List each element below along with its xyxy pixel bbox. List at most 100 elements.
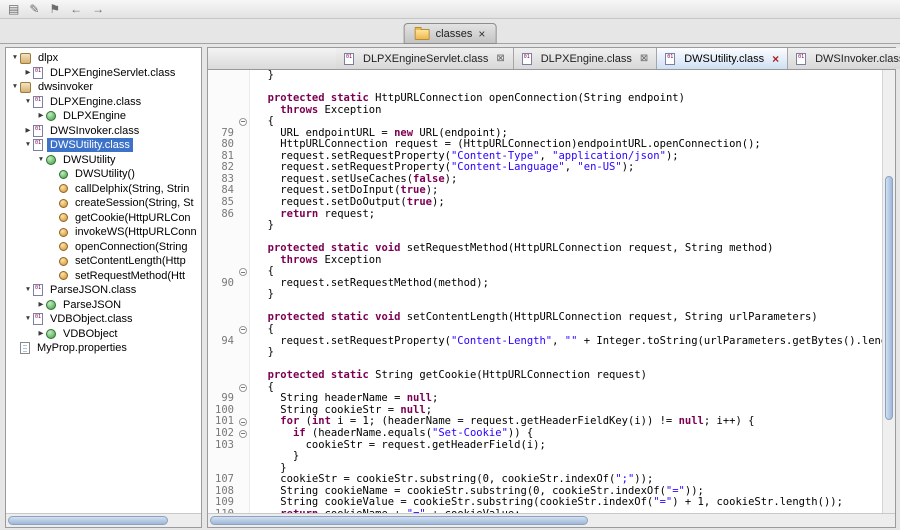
collapse-arrow-icon[interactable]: ▼ (23, 287, 33, 294)
file-icon (20, 342, 30, 354)
fold-gutter[interactable] (236, 428, 250, 440)
tab-close-icon[interactable]: × (772, 52, 779, 66)
open-file-icon[interactable]: ▤ (8, 3, 19, 15)
jd-gui-window: { "colors": { "keyword": "#7b0052", "str… (0, 0, 900, 530)
collapse-arrow-icon[interactable]: ▼ (23, 99, 33, 106)
code-text: request.setRequestProperty("Content-Leng… (255, 336, 883, 348)
tree-item[interactable]: MyProp.properties (6, 341, 201, 356)
code-line[interactable]: } (208, 70, 883, 82)
tree-item[interactable]: ▶01DWSInvoker.class (6, 124, 201, 139)
tree-item[interactable]: invokeWS(HttpURLConn (6, 225, 201, 240)
code-area[interactable]: } protected static HttpURLConnection ope… (208, 70, 883, 513)
fold-gutter[interactable] (236, 324, 250, 336)
line-number (208, 243, 236, 255)
method-icon (59, 199, 68, 208)
code-line[interactable]: 90 request.setRequestMethod(method); (208, 278, 883, 290)
tree-horizontal-scrollbar[interactable] (6, 513, 201, 527)
line-number (208, 451, 236, 463)
expand-arrow-icon[interactable]: ▶ (23, 70, 33, 77)
classfile-icon: 01 (33, 139, 43, 151)
expand-arrow-icon[interactable]: ▶ (36, 113, 46, 120)
editor-tab[interactable]: 01DLPXEngine.class⊠ (514, 48, 658, 69)
tree-item[interactable]: ▼01DLPXEngine.class (6, 95, 201, 110)
tree-item[interactable]: setRequestMethod(Htt (6, 269, 201, 284)
tree-item[interactable]: createSession(String, St (6, 196, 201, 211)
collapse-arrow-icon[interactable]: ▼ (23, 316, 33, 323)
fold-collapse-icon[interactable] (239, 268, 247, 276)
code-line[interactable]: protected static String getCookie(HttpUR… (208, 370, 883, 382)
tab-close-icon[interactable]: ⊠ (640, 53, 648, 64)
tree-item[interactable]: callDelphix(String, Strin (6, 182, 201, 197)
collapse-arrow-icon[interactable]: ▼ (10, 55, 20, 62)
collapse-arrow-icon[interactable]: ▼ (10, 84, 20, 91)
fold-collapse-icon[interactable] (239, 384, 247, 392)
tree-item[interactable]: openConnection(String (6, 240, 201, 255)
editor-horizontal-scrollbar[interactable] (208, 513, 895, 527)
search-icon[interactable]: ⚑ (49, 3, 60, 15)
editor-vertical-scrollbar[interactable] (882, 70, 895, 513)
class-icon (46, 155, 56, 165)
code-line[interactable]: protected static void setContentLength(H… (208, 312, 883, 324)
window-tab-classes[interactable]: classes × (404, 23, 497, 44)
editor-tab[interactable]: 01DLPXEngineServlet.class⊠ (336, 48, 514, 69)
class-icon (46, 329, 56, 339)
back-icon[interactable]: ← (70, 3, 82, 15)
tree-item[interactable]: ▼01VDBObject.class (6, 312, 201, 327)
fold-collapse-icon[interactable] (239, 118, 247, 126)
tree-item[interactable]: ▼DWSUtility (6, 153, 201, 168)
toolbar: ▤ ✎ ⚑ ← → (0, 0, 900, 19)
expand-arrow-icon[interactable]: ▶ (36, 331, 46, 338)
scrollbar-thumb[interactable] (210, 516, 588, 525)
fold-gutter[interactable] (236, 116, 250, 128)
tree-item-label: VDBObject.class (47, 312, 136, 326)
tree-item[interactable]: ▶ParseJSON (6, 298, 201, 313)
forward-icon[interactable]: → (92, 3, 104, 15)
code-line[interactable]: } (208, 451, 883, 463)
tree-item[interactable]: getCookie(HttpURLCon (6, 211, 201, 226)
fold-spacer (236, 370, 250, 382)
fold-spacer (236, 359, 250, 371)
tree-item[interactable]: ▼dwsinvoker (6, 80, 201, 95)
tree-item[interactable]: setContentLength(Http (6, 254, 201, 269)
collapse-arrow-icon[interactable]: ▼ (23, 142, 33, 149)
code-line[interactable]: 86 return request; (208, 209, 883, 221)
fold-collapse-icon[interactable] (239, 418, 247, 426)
tree-item[interactable]: ▶01DLPXEngineServlet.class (6, 66, 201, 81)
fold-gutter[interactable] (236, 382, 250, 394)
code-line[interactable]: } (208, 220, 883, 232)
editor-tab[interactable]: 01DWSInvoker.class⊠ (788, 48, 900, 69)
code-line[interactable]: throws Exception (208, 255, 883, 267)
tree-item[interactable]: ▶VDBObject (6, 327, 201, 342)
tab-close-icon[interactable]: ⊠ (496, 53, 504, 64)
fold-collapse-icon[interactable] (239, 326, 247, 334)
fold-gutter[interactable] (236, 416, 250, 428)
expand-arrow-icon[interactable]: ▶ (23, 128, 33, 135)
code-line[interactable]: } (208, 289, 883, 301)
method-icon (59, 242, 68, 251)
fold-collapse-icon[interactable] (239, 430, 247, 438)
code-line[interactable]: 94 request.setRequestProperty("Content-L… (208, 336, 883, 348)
fold-gutter[interactable] (236, 266, 250, 278)
collapse-arrow-icon[interactable]: ▼ (36, 157, 46, 164)
code-line[interactable]: 103 cookieStr = request.getHeaderField(i… (208, 440, 883, 452)
expand-arrow-icon[interactable]: ▶ (36, 302, 46, 309)
tree-item[interactable]: ▼dlpx (6, 51, 201, 66)
class-icon (46, 111, 56, 121)
scrollbar-thumb[interactable] (8, 516, 168, 525)
line-number (208, 301, 236, 313)
code-text: protected static String getCookie(HttpUR… (255, 370, 647, 382)
editor-tab[interactable]: 01DWSUtility.class× (657, 48, 788, 69)
tree-item[interactable]: ▼01DWSUtility.class (6, 138, 201, 153)
method-icon (59, 184, 68, 193)
tree-item-label: ParseJSON.class (47, 283, 139, 297)
tree-item[interactable]: ▼01ParseJSON.class (6, 283, 201, 298)
tree-item[interactable]: ▶DLPXEngine (6, 109, 201, 124)
scrollbar-thumb[interactable] (885, 176, 893, 420)
paste-icon[interactable]: ✎ (29, 3, 39, 15)
tree-item[interactable]: DWSUtility() (6, 167, 201, 182)
code-line[interactable]: throws Exception (208, 105, 883, 117)
tree-item-label: openConnection(String (72, 240, 191, 254)
code-line[interactable]: } (208, 347, 883, 359)
window-tab-close-icon[interactable]: × (478, 27, 485, 41)
fold-spacer (236, 347, 250, 359)
